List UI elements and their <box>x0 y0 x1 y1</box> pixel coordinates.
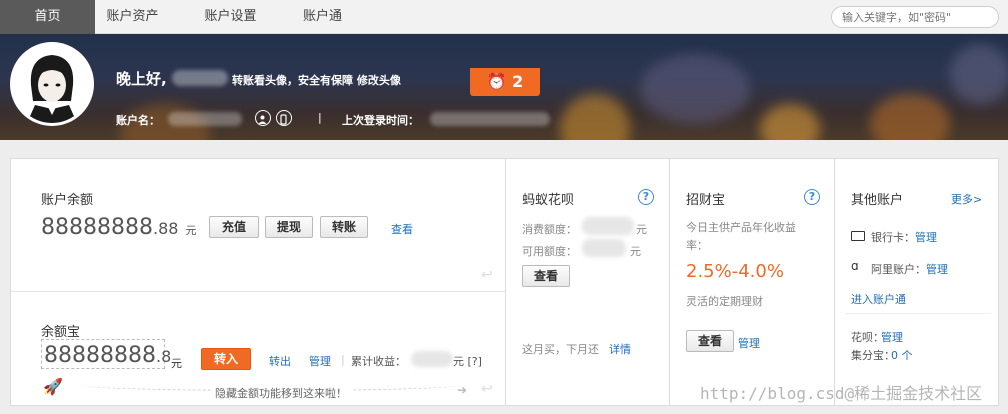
available-unit: 元 <box>630 245 641 258</box>
help-icon-2[interactable]: ? <box>804 189 820 205</box>
other-title: 其他账户 <box>851 193 904 208</box>
profile-banner: 晚上好, 转账看头像，安全有保障 修改头像 账户名： | 上次登录时间： ⏰ 2 <box>0 34 1008 140</box>
greeting-text: 晚上好, <box>116 70 167 88</box>
search-input[interactable] <box>831 6 999 28</box>
avatar-illustration-icon <box>13 45 91 123</box>
banner-separator: | <box>318 111 322 124</box>
phone-bind-icon[interactable] <box>276 110 292 126</box>
huabei-label: 花呗： <box>851 331 884 344</box>
balance-title: 账户余额 <box>41 193 94 208</box>
transfer-out-link[interactable]: 转出 <box>269 353 291 369</box>
ali-icon: ɑ <box>851 259 859 273</box>
username-mask <box>172 70 228 86</box>
huabei-card: 蚂蚁花呗 ? 消费额度： 元 可用额度： 元 查看 这月买，下月还 详情 <box>505 158 670 406</box>
alarm-notification[interactable]: ⏰ 2 <box>470 68 540 96</box>
tab-account-pass[interactable]: 账户通 <box>275 0 370 34</box>
huabei-manage-link[interactable]: 管理 <box>881 329 903 345</box>
watermark: http://blog.csd@稀土掘金技术社区 <box>700 384 983 403</box>
consumption-label: 消费额度： <box>522 223 577 236</box>
last-login-label: 上次登录时间： <box>342 114 419 127</box>
huabei-view-button[interactable]: 查看 <box>522 265 570 287</box>
balance-card: 账户余额 88888888.88 元 充值 提现 转账 查看 ↩ 余额宝 888… <box>10 158 506 406</box>
consumption-mask <box>582 217 634 235</box>
consumption-unit: 元 <box>636 223 647 236</box>
available-label: 可用额度： <box>522 245 577 258</box>
cumulative-mask <box>411 351 453 367</box>
available-mask <box>582 239 626 257</box>
zhaocaibao-card: 招财宝 ? 今日主供产品年化收益率： 2.5%-4.0% 灵活的定期理财 查看 … <box>669 158 835 406</box>
jifen-label: 集分宝： <box>851 349 895 362</box>
greeting-subtext[interactable]: 转账看头像，安全有保障 修改头像 <box>232 72 401 88</box>
balance-view-link[interactable]: 查看 <box>391 221 413 237</box>
zhaocaibao-view-button[interactable]: 查看 <box>686 330 734 352</box>
transfer-button[interactable]: 转账 <box>320 216 368 238</box>
recharge-button[interactable]: 充值 <box>209 216 259 238</box>
bank-label: 银行卡： <box>871 231 915 244</box>
top-nav: 首页 账户资产 账户设置 账户通 <box>0 0 1008 34</box>
zhaocaibao-rate: 2.5%-4.0% <box>686 261 784 282</box>
enter-account-pass-link[interactable]: 进入账户通 <box>851 291 906 307</box>
withdraw-button[interactable]: 提现 <box>265 216 313 238</box>
ali-label: 阿里账户： <box>871 263 926 276</box>
yuebao-unit: 元 <box>171 357 182 370</box>
user-verify-icon[interactable] <box>255 110 271 126</box>
zhaocaibao-desc: 今日主供产品年化收益率： <box>686 221 796 252</box>
transfer-in-button[interactable]: 转入 <box>201 348 251 370</box>
bank-card-icon <box>851 231 865 241</box>
cumulative-unit[interactable]: 元 [?] <box>453 353 482 369</box>
divider <box>11 291 505 292</box>
zhaocaibao-manage-link[interactable]: 管理 <box>738 335 760 351</box>
zhaocaibao-sub: 灵活的定期理财 <box>686 295 763 308</box>
alarm-count: 2 <box>512 72 524 91</box>
balance-amount: 88888888.88 元 <box>41 215 197 240</box>
refresh-icon[interactable]: ↩ <box>481 267 493 283</box>
hint-text: 隐藏金额功能移到这来啦！ <box>211 385 351 401</box>
ali-manage-link[interactable]: 管理 <box>926 261 948 277</box>
refresh-icon-2[interactable]: ↩ <box>481 381 493 397</box>
jifen-value: 0 个 <box>891 349 913 362</box>
tab-home[interactable]: 首页 <box>0 0 95 34</box>
other-accounts-card: 其他账户 更多> 银行卡： 管理 ɑ 阿里账户： 管理 进入账户通 花呗： 管理… <box>834 158 999 406</box>
zhaocaibao-title: 招财宝 <box>686 193 726 208</box>
divider-2 <box>845 313 991 314</box>
yuebao-divider: | <box>341 353 345 366</box>
more-link[interactable]: 更多> <box>951 191 982 207</box>
last-login-mask <box>430 112 550 126</box>
bank-manage-link[interactable]: 管理 <box>915 229 937 245</box>
avatar[interactable] <box>10 42 94 126</box>
tab-assets[interactable]: 账户资产 <box>85 0 180 34</box>
alarm-clock-icon: ⏰ <box>486 72 507 91</box>
yuebao-manage-link[interactable]: 管理 <box>309 353 331 369</box>
yuebao-title: 余额宝 <box>41 325 81 340</box>
rocket-icon: 🚀 <box>43 377 63 396</box>
cumulative-label: 累计收益： <box>351 355 406 368</box>
help-icon[interactable]: ? <box>638 189 654 205</box>
account-name-mask <box>168 112 242 126</box>
account-name-label: 账户名： <box>116 114 160 127</box>
huabei-detail-link[interactable]: 详情 <box>609 341 631 357</box>
yuebao-amount: 88888888.8 <box>44 343 172 368</box>
hint-arrow-icon: ➜ <box>457 383 468 397</box>
tab-settings[interactable]: 账户设置 <box>183 0 278 34</box>
huabei-footer-text: 这月买，下月还 <box>522 343 599 356</box>
huabei-title: 蚂蚁花呗 <box>522 193 575 208</box>
